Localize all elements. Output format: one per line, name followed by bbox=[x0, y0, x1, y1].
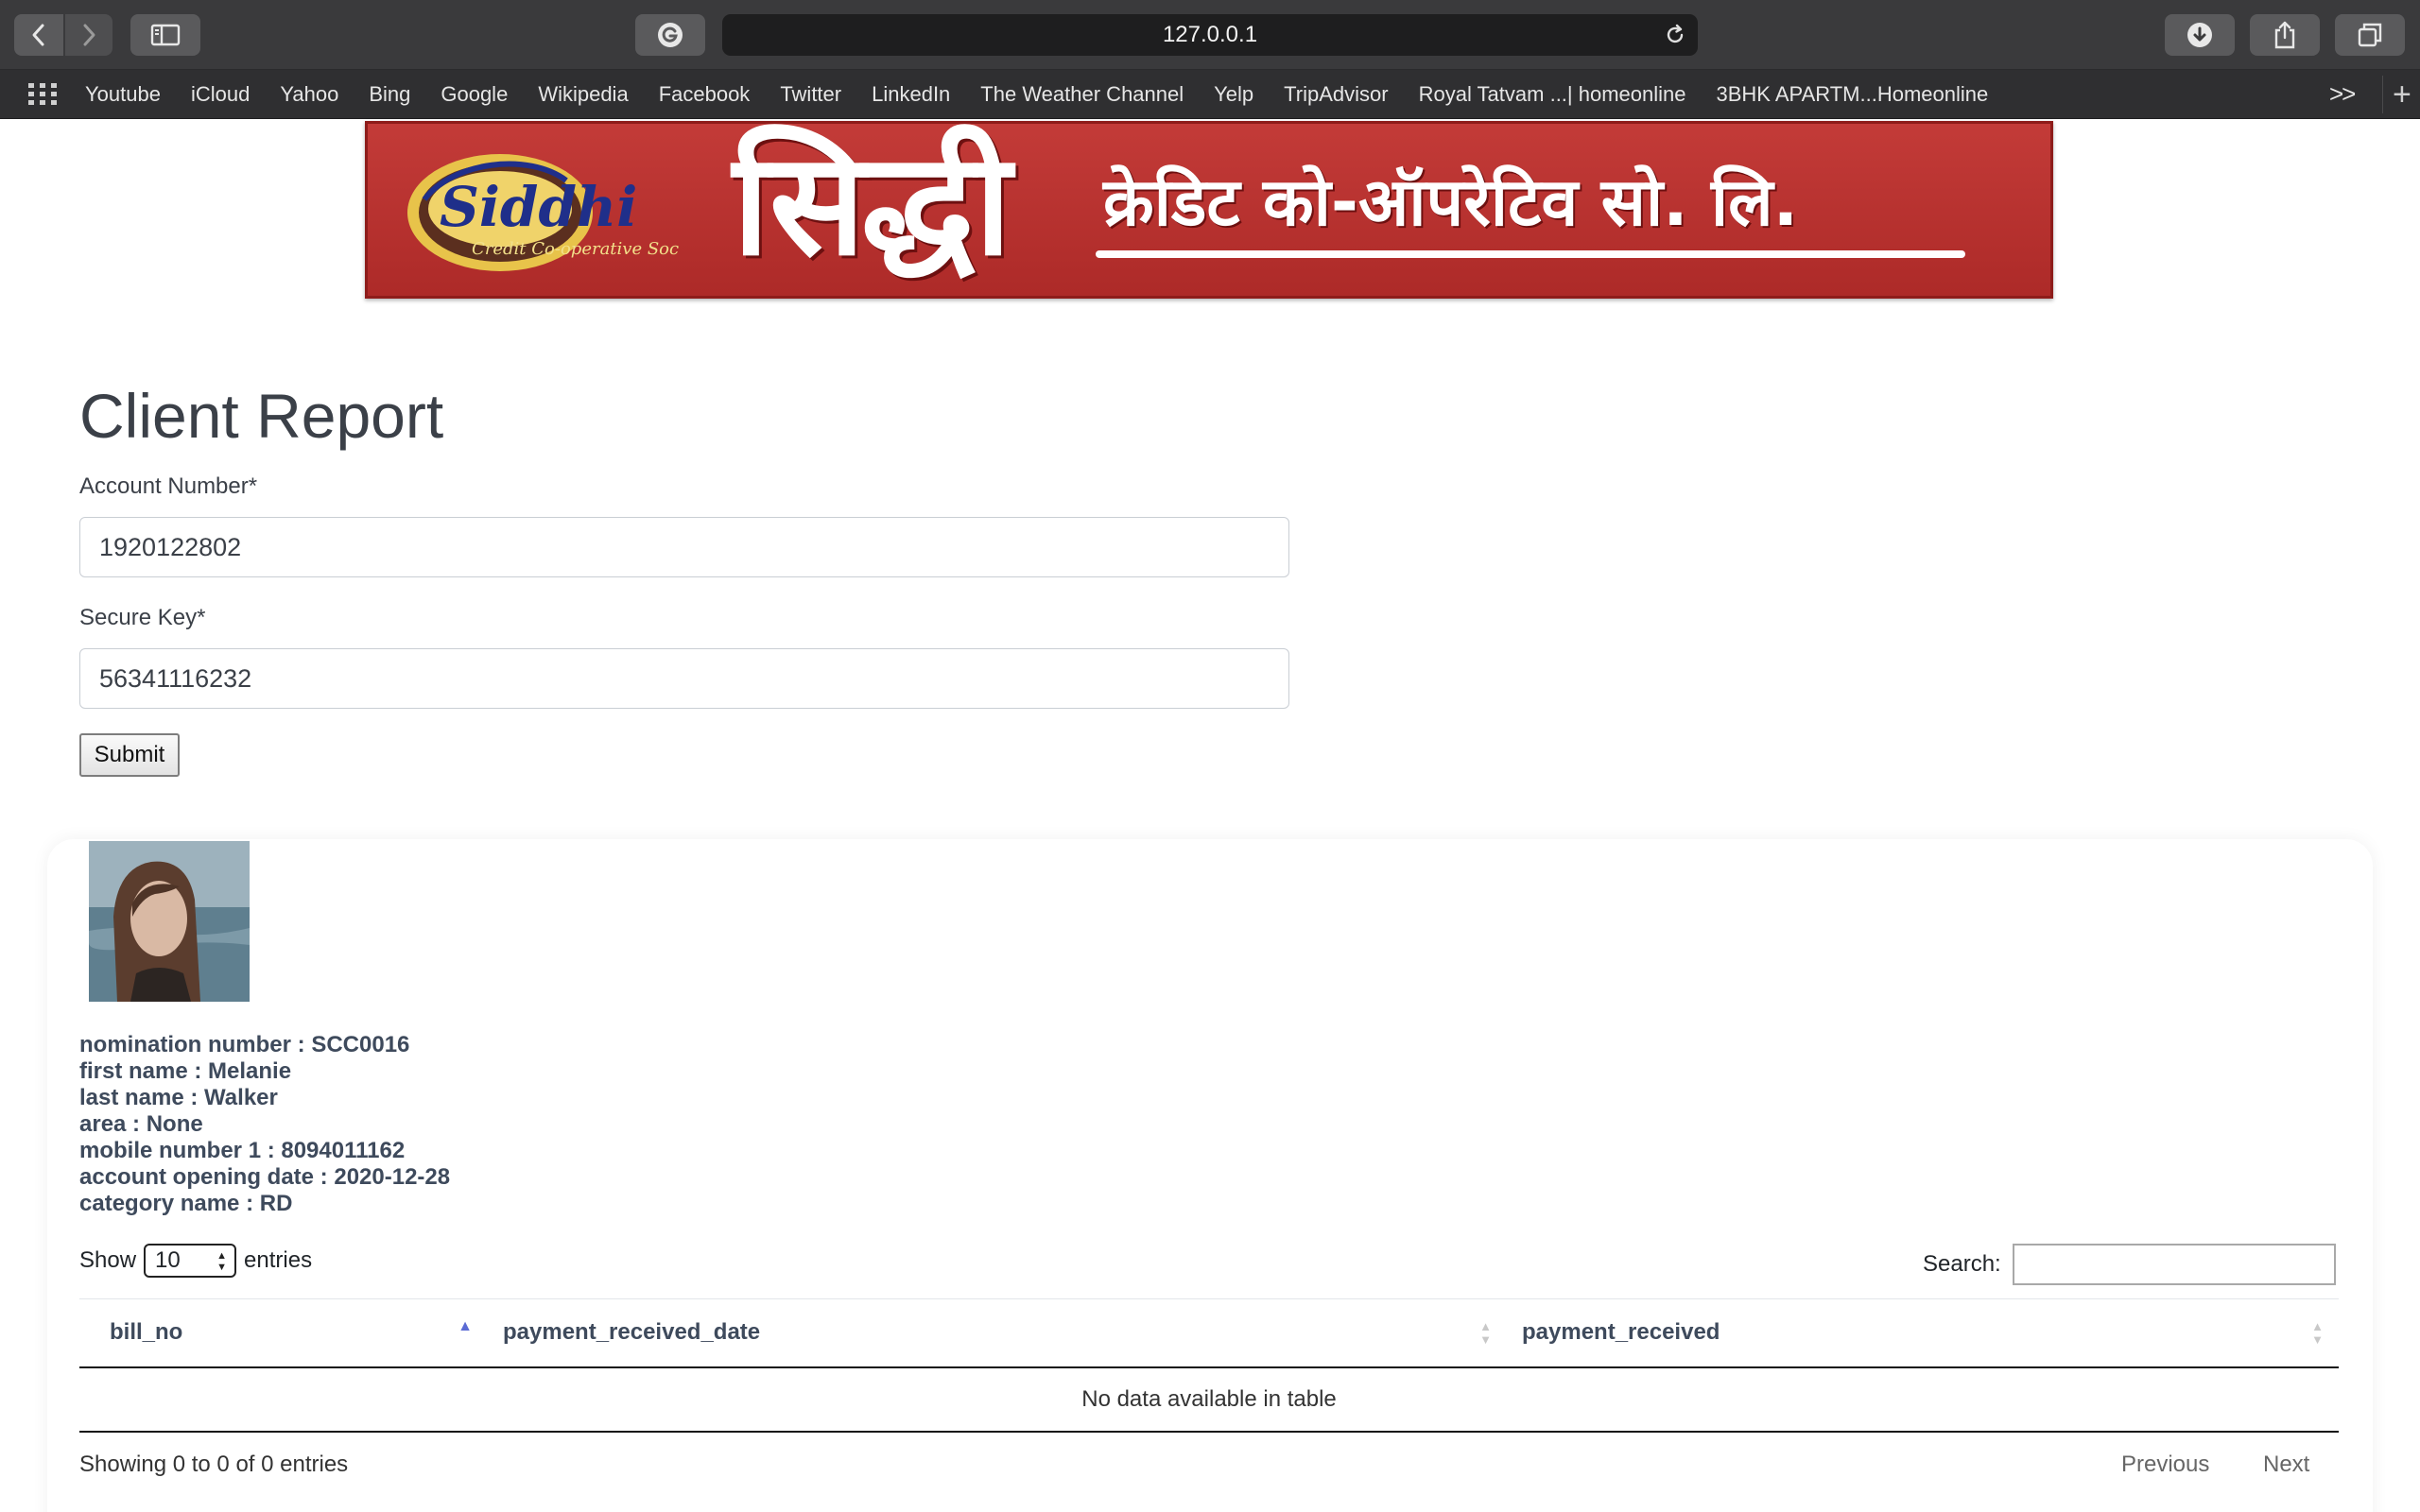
chevron-left-icon bbox=[29, 23, 48, 47]
client-detail-line: mobile number 1 : 8094011162 bbox=[79, 1138, 406, 1163]
sort-both-icon: ▲ ▼ bbox=[1479, 1319, 1492, 1347]
siddhi-logo: Siddhi Credit Co-operative Society Ltd. bbox=[396, 143, 751, 283]
bookmarks-bar: Youtube iCloud Yahoo Bing Google Wikipedia Fac… bbox=[0, 70, 2420, 119]
sidebar-icon bbox=[150, 24, 181, 46]
browser-toolbar: 127.0.0.1 bbox=[0, 0, 2420, 70]
column-label: payment_received bbox=[1522, 1319, 1720, 1346]
apps-grid-icon[interactable] bbox=[28, 83, 57, 111]
bookmark-item[interactable]: LinkedIn bbox=[872, 82, 950, 107]
previous-page-button[interactable]: Previous bbox=[2121, 1452, 2209, 1478]
url-text: 127.0.0.1 bbox=[1162, 22, 1258, 47]
new-tab-button[interactable]: + bbox=[2382, 76, 2411, 113]
chevron-right-icon bbox=[79, 23, 98, 47]
column-label: bill_no bbox=[110, 1319, 183, 1346]
column-bill-no[interactable]: bill_no ▲ bbox=[79, 1298, 488, 1368]
next-page-button[interactable]: Next bbox=[2263, 1452, 2309, 1478]
secure-key-label: Secure Key* bbox=[79, 605, 206, 630]
search-label: Search: bbox=[1923, 1251, 2001, 1277]
column-label: payment_received_date bbox=[503, 1319, 761, 1346]
banner-subtitle-hindi: क्रेडिट को-ऑपरेटिव सो. लि. bbox=[1103, 163, 1799, 241]
bookmark-list: Youtube iCloud Yahoo Bing Google Wikipedia Fac… bbox=[85, 70, 1988, 119]
bookmark-item[interactable]: Bing bbox=[369, 82, 410, 107]
page-length-value: 10 bbox=[155, 1247, 181, 1273]
bookmark-item[interactable]: Google bbox=[441, 82, 508, 107]
bookmark-item[interactable]: iCloud bbox=[191, 82, 250, 107]
download-icon bbox=[2186, 21, 2214, 49]
bookmarks-overflow-button[interactable]: >> bbox=[2329, 79, 2356, 109]
logo-subtext: Credit Co-operative Society Ltd. bbox=[472, 239, 680, 259]
site-banner: Siddhi Credit Co-operative Society Ltd. … bbox=[365, 121, 2053, 299]
grammarly-icon bbox=[656, 21, 684, 49]
client-detail-line: account opening date : 2020-12-28 bbox=[79, 1164, 451, 1190]
account-number-input[interactable] bbox=[79, 517, 1289, 577]
page-length-select[interactable]: 10 ▲ ▼ bbox=[144, 1244, 237, 1278]
sort-ascending-icon: ▲ bbox=[458, 1318, 473, 1334]
client-detail-line: last name : Walker bbox=[79, 1085, 278, 1110]
search-input[interactable] bbox=[2012, 1244, 2336, 1285]
bookmark-item[interactable]: Royal Tatvam ...| homeonline bbox=[1419, 82, 1686, 107]
tabs-icon bbox=[2357, 22, 2383, 48]
column-payment-received-date[interactable]: payment_received_date ▲ ▼ bbox=[488, 1298, 1507, 1368]
table-search: Search: bbox=[1923, 1244, 2336, 1285]
payments-table: bill_no ▲ payment_received_date ▲ ▼ payme… bbox=[79, 1298, 2339, 1433]
bookmark-item[interactable]: 3BHK APARTM...Homeonline bbox=[1717, 82, 1989, 107]
sort-both-icon: ▲ ▼ bbox=[2311, 1319, 2324, 1347]
bookmark-item[interactable]: Yahoo bbox=[280, 82, 338, 107]
page-title: Client Report bbox=[79, 381, 444, 451]
client-detail-line: category name : RD bbox=[79, 1191, 293, 1216]
client-photo bbox=[89, 841, 250, 1002]
bookmark-item[interactable]: TripAdvisor bbox=[1284, 82, 1388, 107]
downloads-button[interactable] bbox=[2165, 14, 2235, 56]
table-header-row: bill_no ▲ payment_received_date ▲ ▼ payme… bbox=[79, 1298, 2339, 1368]
page-length-control: Show 10 ▲ ▼ entries bbox=[79, 1244, 312, 1278]
forward-button[interactable] bbox=[65, 14, 112, 56]
account-number-label: Account Number* bbox=[79, 473, 258, 499]
select-arrows-icon: ▲ ▼ bbox=[216, 1250, 228, 1273]
bookmark-item[interactable]: Facebook bbox=[659, 82, 751, 107]
entries-label: entries bbox=[244, 1247, 313, 1273]
bookmark-item[interactable]: Wikipedia bbox=[538, 82, 628, 107]
share-button[interactable] bbox=[2250, 14, 2320, 56]
banner-underline bbox=[1096, 250, 1965, 258]
extension-button[interactable] bbox=[635, 14, 705, 56]
client-details: nomination number : SCC0016 first name : … bbox=[79, 1032, 450, 1217]
show-label: Show bbox=[79, 1247, 137, 1273]
bookmark-item[interactable]: The Weather Channel bbox=[980, 82, 1184, 107]
column-payment-received[interactable]: payment_received ▲ ▼ bbox=[1507, 1298, 2339, 1368]
secure-key-input[interactable] bbox=[79, 648, 1289, 709]
banner-title-hindi: सिद्धी bbox=[733, 123, 1011, 287]
share-icon bbox=[2273, 20, 2297, 50]
bookmark-item[interactable]: Youtube bbox=[85, 82, 161, 107]
bookmark-item[interactable]: Yelp bbox=[1214, 82, 1253, 107]
table-row: No data available in table bbox=[79, 1366, 2339, 1433]
sidebar-toggle-button[interactable] bbox=[130, 14, 200, 56]
client-detail-line: nomination number : SCC0016 bbox=[79, 1032, 410, 1057]
client-detail-line: area : None bbox=[79, 1111, 203, 1137]
address-bar[interactable]: 127.0.0.1 bbox=[722, 14, 1698, 56]
empty-table-message: No data available in table bbox=[79, 1366, 2339, 1433]
submit-button[interactable]: Submit bbox=[79, 733, 180, 777]
logo-wordmark: Siddhi bbox=[440, 175, 637, 239]
reload-icon[interactable] bbox=[1664, 24, 1686, 51]
bookmark-item[interactable]: Twitter bbox=[780, 82, 841, 107]
table-info: Showing 0 to 0 of 0 entries bbox=[79, 1452, 349, 1477]
back-button[interactable] bbox=[14, 14, 63, 56]
client-detail-line: first name : Melanie bbox=[79, 1058, 292, 1084]
tab-overview-button[interactable] bbox=[2335, 14, 2405, 56]
